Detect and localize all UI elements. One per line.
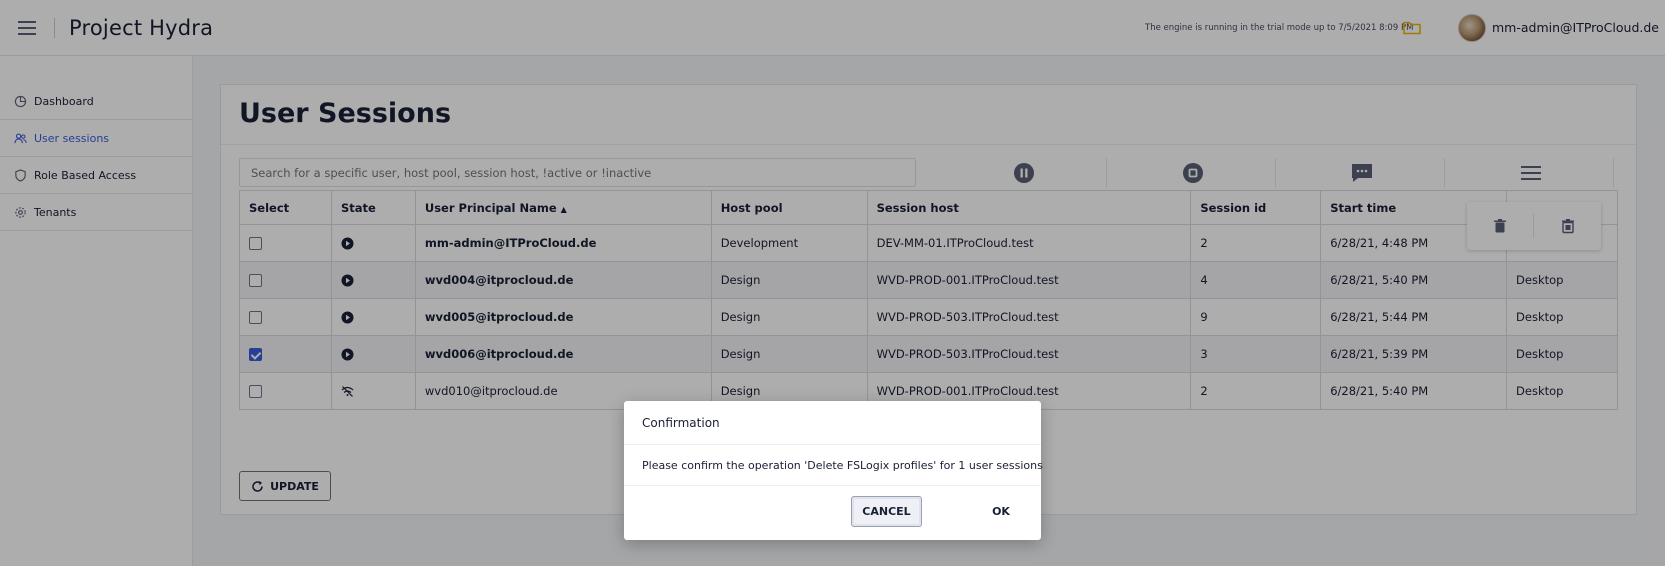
- dialog-divider: [624, 444, 1041, 445]
- dialog-title: Confirmation: [642, 416, 720, 430]
- confirmation-dialog: Confirmation Please confirm the operatio…: [624, 401, 1043, 540]
- ok-button[interactable]: OK: [978, 496, 1024, 527]
- cancel-button[interactable]: CANCEL: [851, 496, 922, 527]
- dialog-divider: [624, 485, 1041, 486]
- dialog-message: Please confirm the operation 'Delete FSL…: [642, 459, 1043, 472]
